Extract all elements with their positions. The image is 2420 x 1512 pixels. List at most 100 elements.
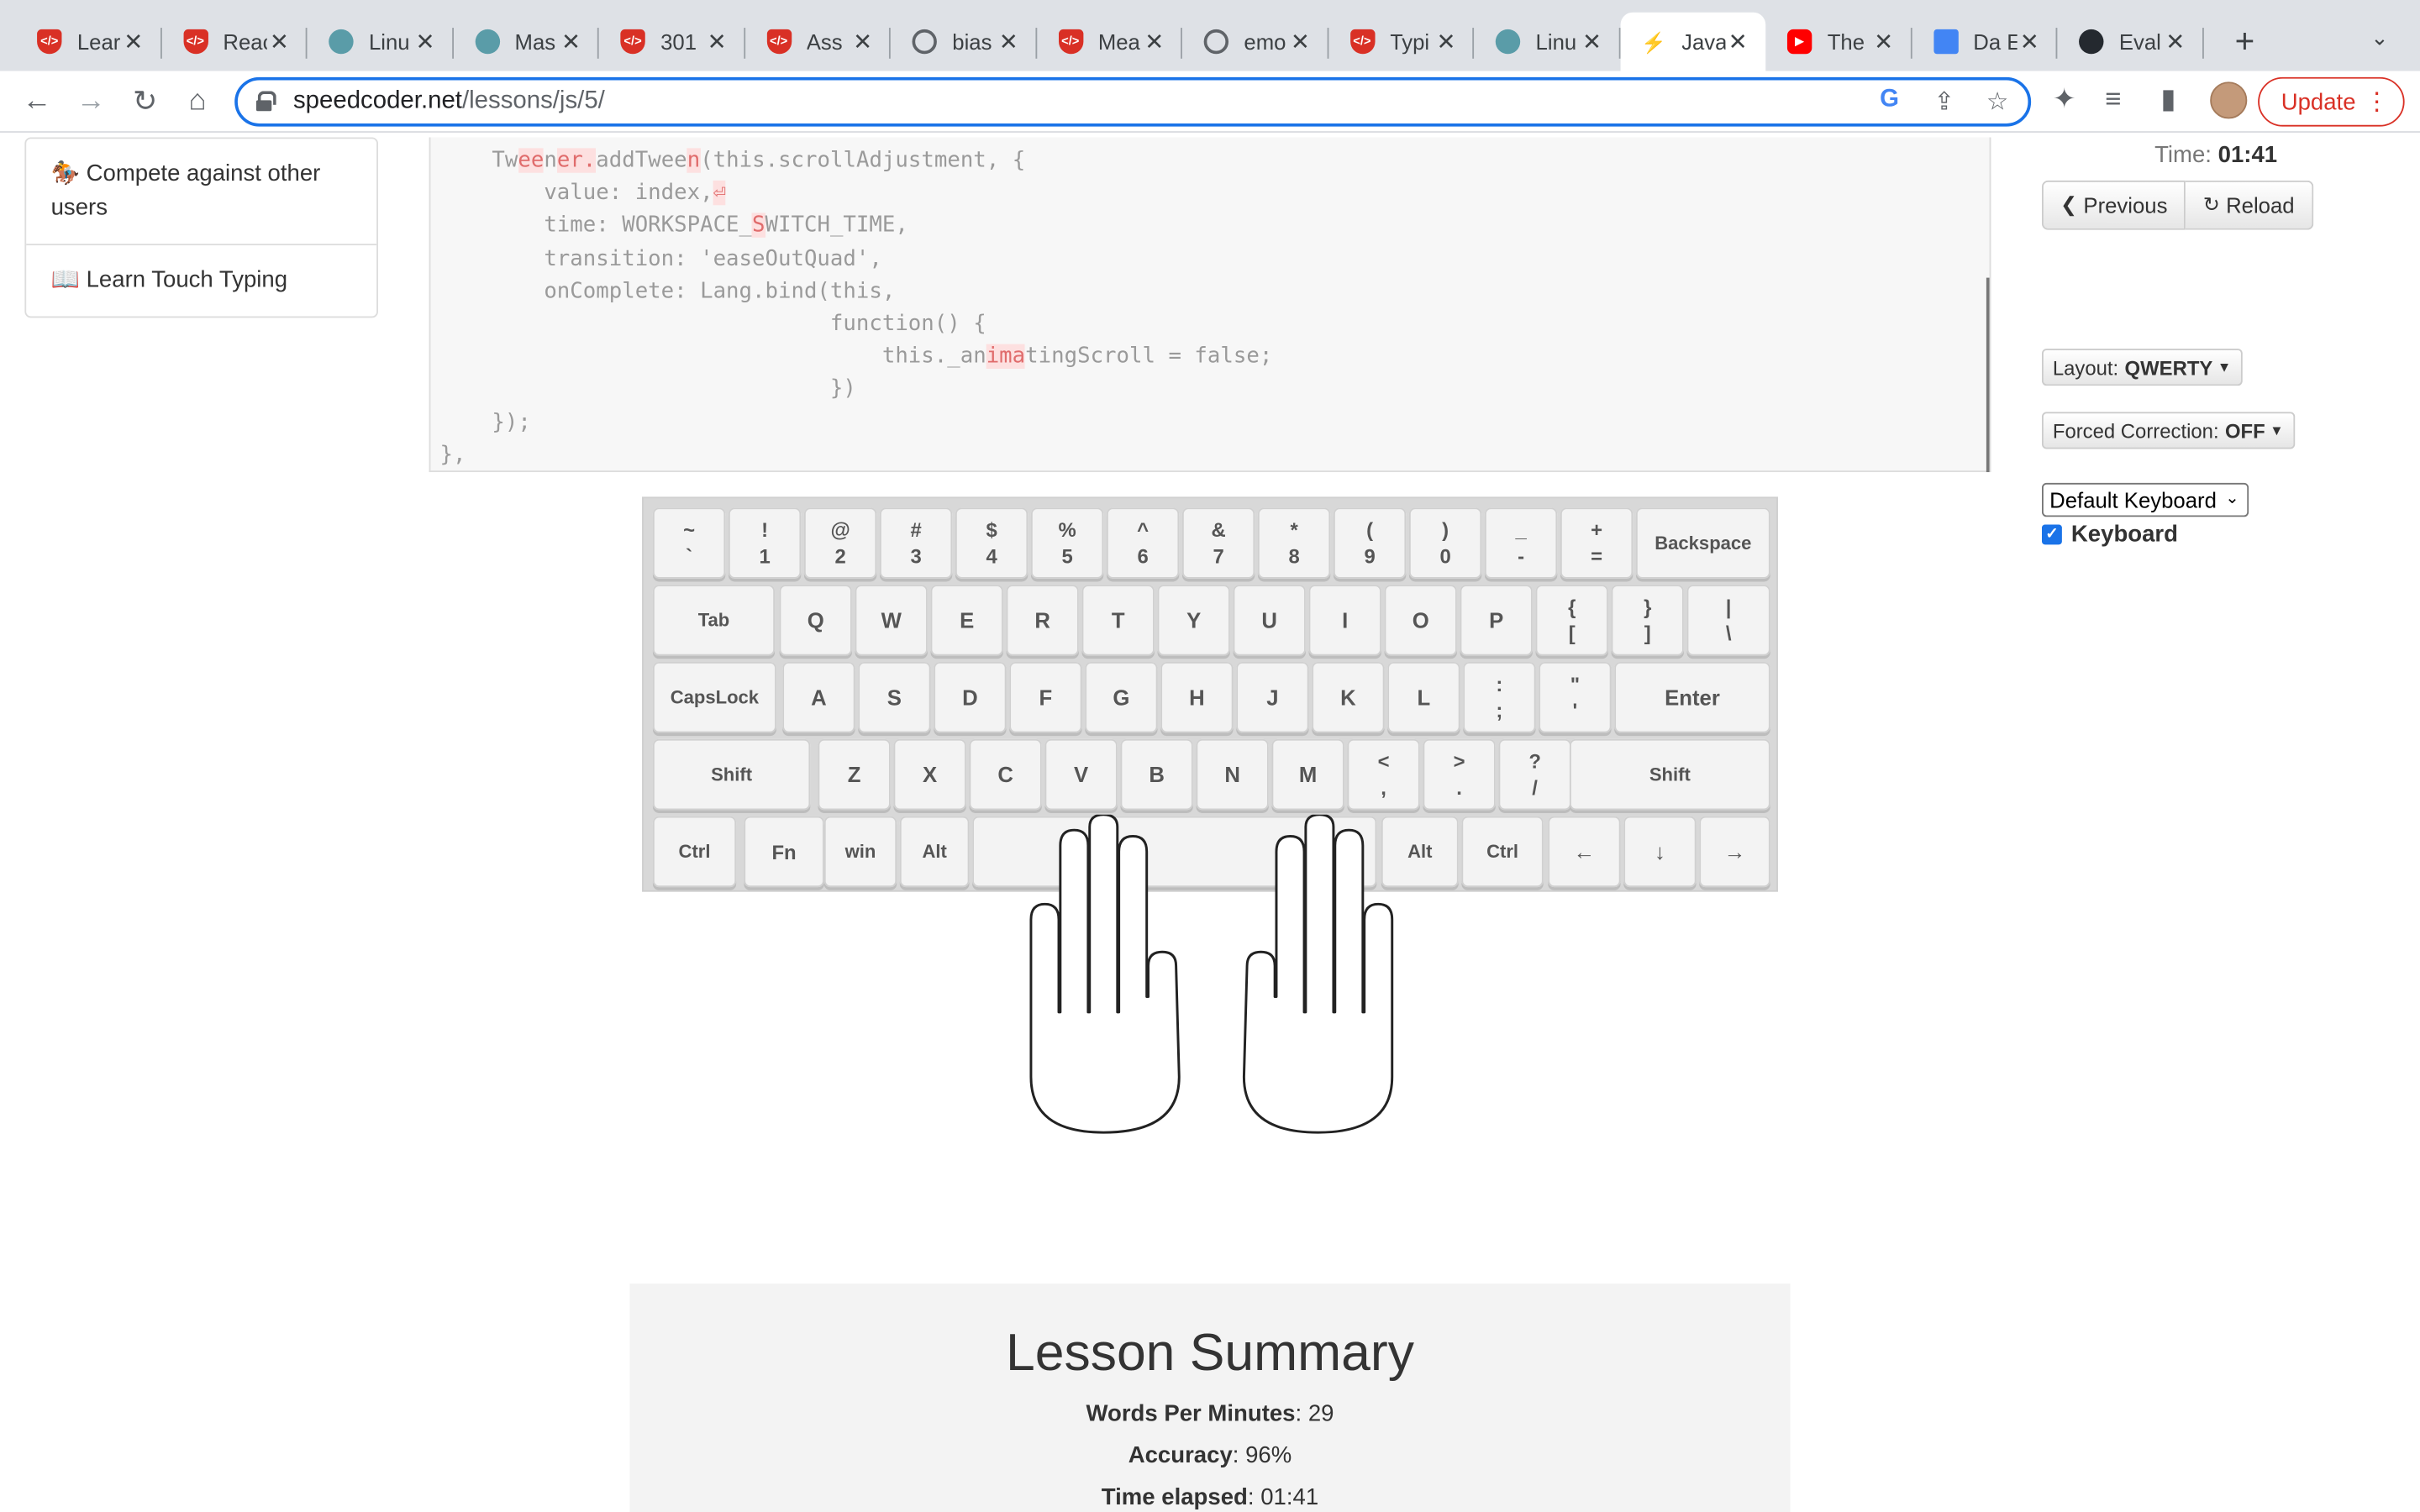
- browser-tab[interactable]: Eval ✕: [2057, 13, 2203, 71]
- browser-tab[interactable]: ⚡ Java ✕: [1619, 12, 1766, 71]
- media-queue-icon[interactable]: ≡: [2105, 83, 2121, 116]
- side-menu: 🏇 Compete against other users 📖 Learn To…: [24, 137, 379, 318]
- key-label: Fn: [771, 840, 797, 864]
- key-label: 6: [1137, 544, 1149, 568]
- browser-tab[interactable]: Linu ✕: [1474, 13, 1620, 71]
- key-label: N: [1224, 761, 1240, 786]
- close-tab-icon[interactable]: ✕: [1871, 28, 1896, 55]
- tab-title: Linu: [368, 29, 410, 55]
- reload-icon[interactable]: ↻: [124, 81, 166, 123]
- keyboard-toggle[interactable]: ✓ Keyboard: [2042, 522, 2178, 548]
- key-label: I: [1342, 606, 1349, 633]
- close-tab-icon[interactable]: ✕: [267, 28, 292, 55]
- code-scrollbar[interactable]: [1986, 277, 1990, 473]
- key-label: M: [1298, 761, 1318, 786]
- close-tab-icon[interactable]: ✕: [850, 28, 875, 55]
- forced-correction-dropdown[interactable]: Forced Correction: OFF ▼: [2042, 412, 2295, 449]
- address-bar[interactable]: speedcoder.net/lessons/js/5/ G ⇪ ☆: [234, 76, 2032, 127]
- browser-tab[interactable]: </> Ass ✕: [744, 13, 891, 71]
- key-label: /: [1532, 775, 1538, 800]
- key-1: ! 1: [728, 507, 802, 579]
- key-3d: + =: [1560, 507, 1634, 579]
- key-2f: ? /: [1498, 738, 1571, 811]
- key-label: ,: [1381, 775, 1386, 800]
- previous-button[interactable]: ❮ Previous: [2042, 180, 2186, 230]
- layout-dropdown[interactable]: Layout: QWERTY ▼: [2042, 349, 2243, 386]
- close-tab-icon[interactable]: ✕: [559, 28, 583, 55]
- key-k: K: [1312, 661, 1385, 733]
- code-token: this._an: [439, 344, 986, 370]
- side-panel-icon[interactable]: ▮: [2160, 83, 2175, 116]
- close-tab-icon[interactable]: ✕: [1725, 28, 1749, 55]
- close-tab-icon[interactable]: ✕: [997, 28, 1021, 55]
- horse-racing-icon: 🏇: [50, 160, 80, 187]
- key-2192: →: [1699, 816, 1770, 888]
- google-icon[interactable]: G: [1880, 87, 1899, 114]
- close-tab-icon[interactable]: ✕: [121, 28, 145, 55]
- forward-arrow-icon[interactable]: →: [70, 81, 113, 123]
- browser-tab[interactable]: Linu ✕: [308, 13, 454, 71]
- key-label: Enter: [1665, 684, 1720, 709]
- close-tab-icon[interactable]: ✕: [1434, 28, 1458, 55]
- tab-search-chevron-icon[interactable]: ⌄: [2370, 24, 2389, 50]
- home-icon[interactable]: ⌂: [176, 81, 218, 123]
- browser-tab[interactable]: </> Lear ✕: [15, 13, 161, 71]
- browser-tab[interactable]: </> 301 ✕: [599, 13, 745, 71]
- new-tab-button[interactable]: +: [2235, 22, 2255, 62]
- tab-title: Mea: [1097, 29, 1140, 55]
- close-tab-icon[interactable]: ✕: [2163, 28, 2187, 55]
- layout-value: QWERTY: [2124, 355, 2213, 379]
- bolt-favicon-icon: ⚡: [1641, 29, 1666, 54]
- accuracy-value: 96%: [1245, 1442, 1292, 1469]
- key-label: J: [1266, 684, 1279, 709]
- typing-error-mark: ima: [986, 344, 1026, 370]
- close-tab-icon[interactable]: ✕: [1142, 28, 1166, 55]
- url-text: speedcoder.net/lessons/js/5/: [293, 88, 605, 116]
- touch-typing-link[interactable]: 📖 Learn Touch Typing: [26, 245, 376, 316]
- browser-tab[interactable]: </> Mea ✕: [1036, 13, 1182, 71]
- close-tab-icon[interactable]: ✕: [704, 28, 729, 55]
- keyboard-checkbox[interactable]: ✓: [2042, 524, 2062, 545]
- book-icon: 📖: [50, 266, 80, 293]
- key-label: CapsLock: [670, 685, 760, 708]
- browser-tab[interactable]: ▶ The ✕: [1765, 13, 1912, 71]
- update-button[interactable]: Update ⋮: [2258, 76, 2405, 127]
- key-2190: ←: [1548, 816, 1621, 888]
- browser-tab[interactable]: </> Reac✕: [161, 13, 308, 71]
- url-host: speedcoder.net: [292, 87, 462, 114]
- accuracy-line: Accuracy: 96%: [1128, 1442, 1292, 1469]
- dot-favicon-icon: [1495, 29, 1521, 55]
- extensions-puzzle-icon[interactable]: ✦: [2053, 83, 2076, 116]
- reload-button[interactable]: ↻ Reload: [2186, 180, 2313, 230]
- bookmark-star-icon[interactable]: ☆: [1986, 87, 2008, 118]
- key-label: _: [1515, 518, 1527, 542]
- browser-tab[interactable]: Mas ✕: [453, 13, 599, 71]
- profile-avatar[interactable]: [2210, 81, 2248, 119]
- browser-window: + ⌄ </>Lear✕</>Reac✕Linu✕Mas✕</>301✕</>A…: [0, 0, 2420, 1512]
- close-tab-icon[interactable]: ✕: [413, 28, 437, 55]
- key-y: Y: [1157, 585, 1230, 656]
- compete-link[interactable]: 🏇 Compete against other users: [26, 139, 377, 246]
- tab-title: Lear: [76, 29, 121, 55]
- key-8: * 8: [1257, 507, 1331, 579]
- key-ctrl: Ctrl: [1461, 816, 1544, 888]
- more-menu-icon[interactable]: ⋮: [2365, 87, 2389, 118]
- close-tab-icon[interactable]: ✕: [1288, 28, 1313, 55]
- browser-tab[interactable]: </> Typi ✕: [1328, 13, 1475, 71]
- key-m: M: [1271, 738, 1344, 811]
- browser-tab[interactable]: emo ✕: [1182, 13, 1328, 71]
- key-label: D: [962, 684, 978, 709]
- code-editor[interactable]: Tweener.addTween(this.scrollAdjustment, …: [429, 137, 1991, 473]
- close-tab-icon[interactable]: ✕: [2018, 28, 2042, 55]
- share-icon[interactable]: ⇪: [1933, 87, 1954, 118]
- browser-tab[interactable]: bias ✕: [891, 13, 1037, 71]
- browser-tab[interactable]: Da E ✕: [1912, 13, 2058, 71]
- back-arrow-icon[interactable]: ←: [15, 81, 58, 123]
- typing-error-mark: n: [687, 148, 701, 173]
- key-5c: | \: [1686, 585, 1770, 656]
- key-alt: Alt: [899, 816, 970, 888]
- elapsed-value: 01:41: [1260, 1483, 1319, 1511]
- shield-favicon-icon: </>: [37, 29, 62, 55]
- close-tab-icon[interactable]: ✕: [1580, 28, 1604, 55]
- keyboard-select[interactable]: Default Keyboard ⌄: [2042, 482, 2249, 517]
